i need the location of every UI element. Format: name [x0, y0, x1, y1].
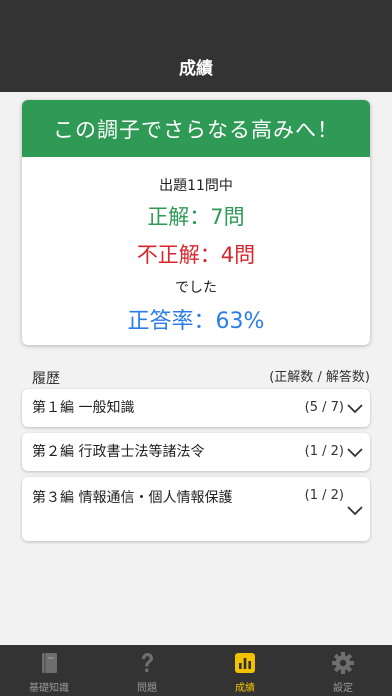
chevron-down-icon[interactable]: [346, 505, 364, 517]
correct-count-text: 正解：7問: [147, 205, 245, 229]
bar-chart-icon: [235, 653, 255, 673]
incorrect-count-text: 不正解：4問: [136, 243, 256, 267]
result-card: この調子でさらなる高みへ！ 出題11問中 正解：7問 不正解：4問 でした 正答…: [22, 100, 370, 345]
history-item-score: (5 / 7): [304, 400, 344, 415]
tab-label: 設定: [333, 683, 353, 694]
deshita-text: でした: [175, 280, 217, 296]
history-item-label: 第１編 一般知識: [32, 400, 135, 416]
history-list: 第１編 一般知識 (5 / 7) 第２編 行政書士法等諸法令 (1 / 2) 第…: [22, 389, 370, 547]
history-legend: (正解数 / 解答数): [269, 370, 370, 385]
accuracy-rate-text: 正答率：63%: [127, 309, 265, 334]
tab-basic-knowledge[interactable]: 基礎知識: [0, 645, 98, 696]
navigation-bar: 成績: [0, 0, 392, 92]
question-icon: [142, 653, 153, 672]
gear-icon: [332, 652, 354, 674]
chevron-down-icon[interactable]: [346, 447, 364, 459]
chevron-down-icon[interactable]: [346, 403, 364, 415]
history-item-part-1[interactable]: 第１編 一般知識 (5 / 7): [22, 389, 370, 427]
history-item-part-3[interactable]: 第３編 情報通信・個人情報保護 (1 / 2): [22, 477, 370, 541]
history-item-label: 第２編 行政書士法等諸法令: [32, 444, 205, 460]
history-item-label: 第３編 情報通信・個人情報保護: [32, 490, 233, 506]
history-item-score: (1 / 2): [304, 488, 344, 503]
book-icon: [42, 653, 57, 673]
total-questions-text: 出題11問中: [159, 178, 233, 194]
history-header: 履歴 (正解数 / 解答数): [22, 366, 370, 387]
result-stats: 出題11問中 正解：7問 不正解：4問 でした 正答率：63%: [22, 175, 370, 335]
tab-label: 成績: [235, 683, 255, 694]
tab-results[interactable]: 成績: [196, 645, 294, 696]
tab-settings[interactable]: 設定: [294, 645, 392, 696]
history-item-score: (1 / 2): [304, 444, 344, 459]
history-item-part-2[interactable]: 第２編 行政書士法等諸法令 (1 / 2): [22, 433, 370, 471]
tab-bar: 基礎知識 問題 成績 設定: [0, 645, 392, 696]
page-title: 成績: [179, 59, 213, 79]
tab-label: 基礎知識: [29, 683, 69, 694]
result-banner: この調子でさらなる高みへ！: [22, 100, 370, 157]
tab-label: 問題: [137, 683, 157, 694]
history-title: 履歴: [32, 371, 60, 387]
tab-questions[interactable]: 問題: [98, 645, 196, 696]
